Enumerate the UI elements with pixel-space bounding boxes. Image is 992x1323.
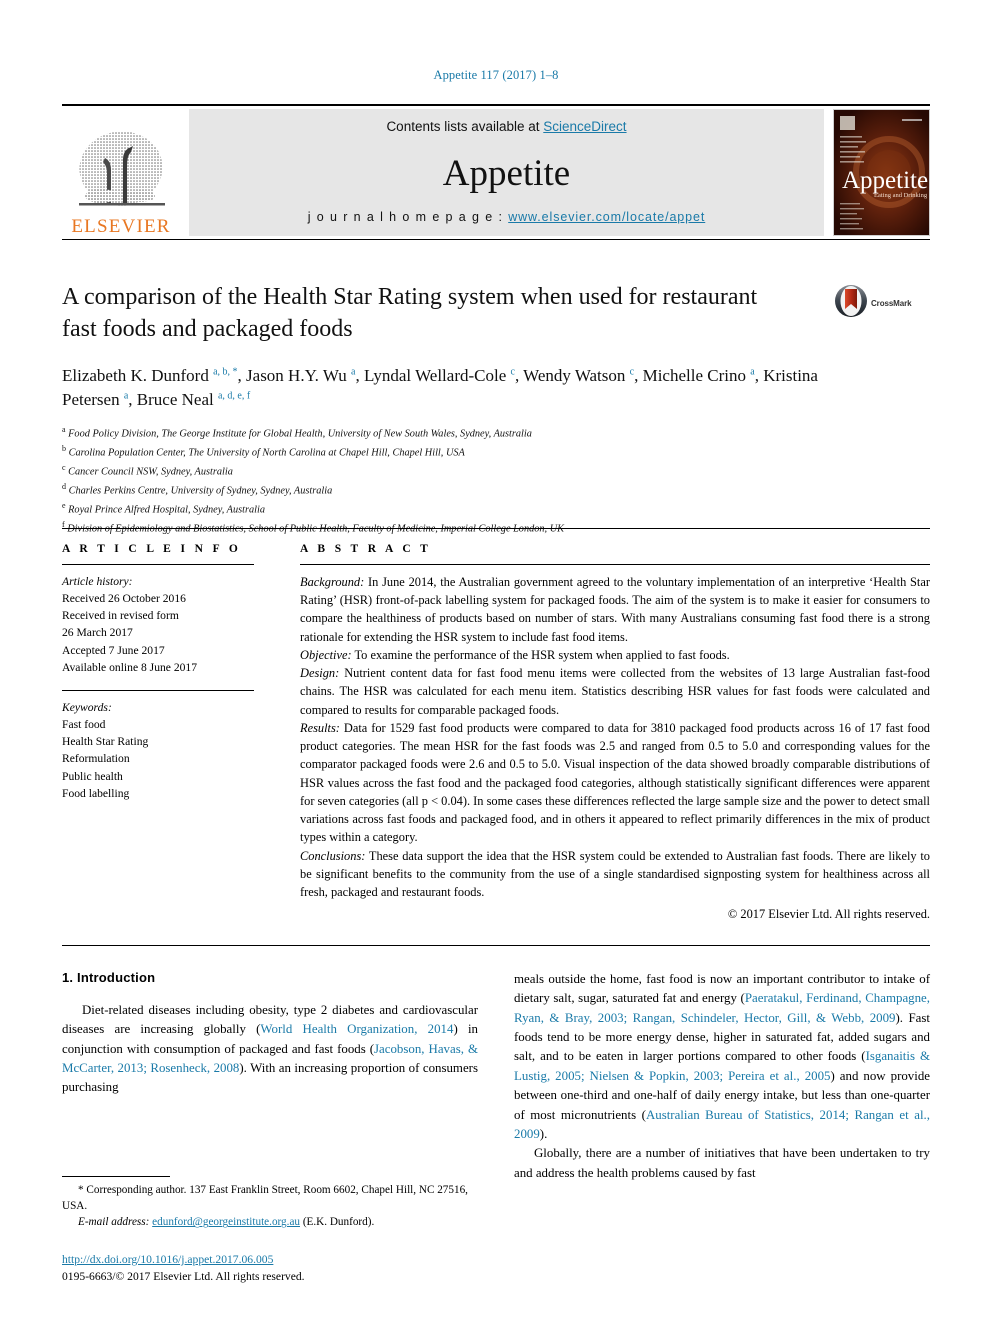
contents-list-line: Contents lists available at ScienceDirec… [386,119,626,134]
homepage-label: j o u r n a l h o m e p a g e : [307,210,509,224]
history-line: Available online 8 June 2017 [62,660,198,674]
affiliation-mark: a [62,424,66,434]
article-info-rule [62,564,254,565]
journal-homepage-line: j o u r n a l h o m e p a g e : www.else… [308,210,705,224]
corresponding-author-footnote: * Corresponding author. 137 East Frankli… [62,1176,478,1231]
abstract-section-label: Design: [300,666,340,681]
abstract-section-label: Objective: [300,647,352,662]
crossmark-label: CrossMark [871,299,912,308]
abstract-section: Conclusions: These data support the idea… [300,847,930,902]
email-line: E-mail address: edunford@georgeinstitute… [62,1214,478,1230]
article-info-column: A R T I C L E I N F O Article history: R… [62,543,274,923]
abstract-section-label: Results: [300,720,340,735]
history-line: Received 26 October 2016 [62,592,186,606]
abstract-section-text: In June 2014, the Australian government … [300,575,930,644]
article-title: A comparison of the Health Star Rating s… [62,284,758,342]
abstract-column: A B S T R A C T Background: In June 2014… [274,543,930,923]
keywords-label: Keywords: [62,700,112,714]
journal-article-page: Appetite 117 (2017) 1–8 ELSEVIER Content… [0,0,992,1323]
body-paragraph: meals outside the home, fast food is now… [514,972,930,1141]
history-line: Accepted 7 June 2017 [62,643,165,657]
crossmark-badge[interactable]: CrossMark [834,284,930,323]
email-owner: (E.K. Dunford). [302,1216,375,1229]
article-history-label: Article history: [62,575,133,588]
elsevier-logo: ELSEVIER [62,109,180,236]
affiliation-list: a Food Policy Division, The George Insti… [62,424,930,539]
keyword-item: Reformulation [62,752,130,766]
affiliation-item: b Carolina Population Center, The Univer… [62,443,930,462]
email-link[interactable]: edunford@georgeinstitute.org.au [152,1216,300,1228]
abstract-section-text: Nutrient content data for fast food menu… [300,666,930,717]
info-abstract-region: A R T I C L E I N F O Article history: R… [62,528,930,947]
affiliation-mark: d [62,481,66,491]
abstract-section: Results: Data for 1529 fast food product… [300,719,930,847]
abstract-section: Objective: To examine the performance of… [300,646,930,664]
affiliation-text: Charles Perkins Centre, University of Sy… [68,485,333,497]
abstract-section-text: These data support the idea that the HSR… [300,848,930,899]
section-heading-introduction: 1. Introduction [62,970,156,985]
abstract-section-label: Background: [300,575,365,589]
affiliation-item: a Food Policy Division, The George Insti… [62,424,930,443]
affiliation-text: Carolina Population Center, The Universi… [68,447,465,459]
abstract-section: Design: Nutrient content data for fast f… [300,664,930,719]
affiliation-mark: e [62,500,66,510]
author-list: Elizabeth K. Dunford a, b, *, Jason H.Y.… [62,366,818,410]
history-line: 26 March 2017 [62,626,133,640]
sciencedirect-link[interactable]: ScienceDirect [543,119,626,134]
body-paragraph: Globally, there are a number of initiati… [514,1146,930,1180]
issn-copyright-line: 0195-6663/© 2017 Elsevier Ltd. All right… [62,1269,305,1283]
affiliation-item: e Royal Prince Alfred Hospital, Sydney, … [62,500,930,519]
abstract-section-text: Data for 1529 fast food products were co… [300,720,930,845]
abstract-body: Background: In June 2014, the Australian… [300,573,930,923]
keyword-item: Food labelling [62,786,130,800]
crossmark-icon [834,284,868,323]
article-info-separator [62,689,254,691]
abstract-heading: A B S T R A C T [300,543,432,555]
affiliation-mark: c [62,462,66,472]
affiliation-text: Royal Prince Alfred Hospital, Sydney, Au… [68,504,265,516]
corresponding-author-line: * Corresponding author. 137 East Frankli… [62,1184,468,1213]
doi-link[interactable]: http://dx.doi.org/10.1016/j.appet.2017.0… [62,1253,273,1266]
masthead-top-rule [62,104,930,106]
affiliation-item: c Cancer Council NSW, Sydney, Australia [62,462,930,481]
abstract-copyright: © 2017 Elsevier Ltd. All rights reserved… [727,907,930,922]
journal-title: Appetite [442,152,571,194]
article-history-group: Article history: Received 26 October 201… [62,573,254,676]
footnote-rule [62,1176,170,1177]
affiliation-mark: b [62,443,66,453]
svg-text:Appetite: Appetite [842,167,928,194]
journal-masthead: ELSEVIER Contents lists available at Sci… [62,104,930,240]
contents-prefix: Contents lists available at [386,119,544,134]
journal-homepage-link[interactable]: www.elsevier.com/locate/appet [508,210,705,224]
masthead-bottom-rule [62,239,930,240]
body-columns: 1. Introduction Diet-related diseases in… [62,970,930,1183]
affiliation-item: d Charles Perkins Centre, University of … [62,481,930,500]
history-line: Received in revised form [62,609,179,623]
abstract-section-text: To examine the performance of the HSR sy… [351,647,730,662]
abstract-section: Background: In June 2014, the Australian… [300,573,930,646]
keyword-item: Health Star Rating [62,735,149,749]
body-column-right: meals outside the home, fast food is now… [514,970,930,1183]
abstract-rule [300,564,930,565]
abstract-section-label: Conclusions: [300,848,366,863]
journal-band: Contents lists available at ScienceDirec… [189,109,824,236]
keyword-item: Public health [62,769,123,783]
journal-cover-thumbnail: Appetite Eating and Drinking [833,109,930,236]
elsevier-tree-icon [67,120,175,216]
title-block: A comparison of the Health Star Rating s… [62,282,930,538]
affiliation-text: Food Policy Division, The George Institu… [68,428,532,440]
article-info-heading: A R T I C L E I N F O [62,543,242,555]
keyword-item: Fast food [62,718,106,732]
body-paragraph: Diet-related diseases including obesity,… [62,1003,478,1095]
body-column-left: 1. Introduction Diet-related diseases in… [62,970,478,1183]
elsevier-wordmark: ELSEVIER [71,216,171,237]
running-head: Appetite 117 (2017) 1–8 [433,68,559,82]
info-abstract-top-rule [62,528,930,529]
info-abstract-bottom-rule [62,945,930,947]
affiliation-text: Cancer Council NSW, Sydney, Australia [68,466,233,478]
email-label: E-mail address: [78,1216,150,1229]
keywords-group: Keywords: Fast food Health Star Rating R… [62,699,254,802]
svg-text:Eating and Drinking: Eating and Drinking [874,192,928,199]
imprint-block: http://dx.doi.org/10.1016/j.appet.2017.0… [62,1252,482,1286]
